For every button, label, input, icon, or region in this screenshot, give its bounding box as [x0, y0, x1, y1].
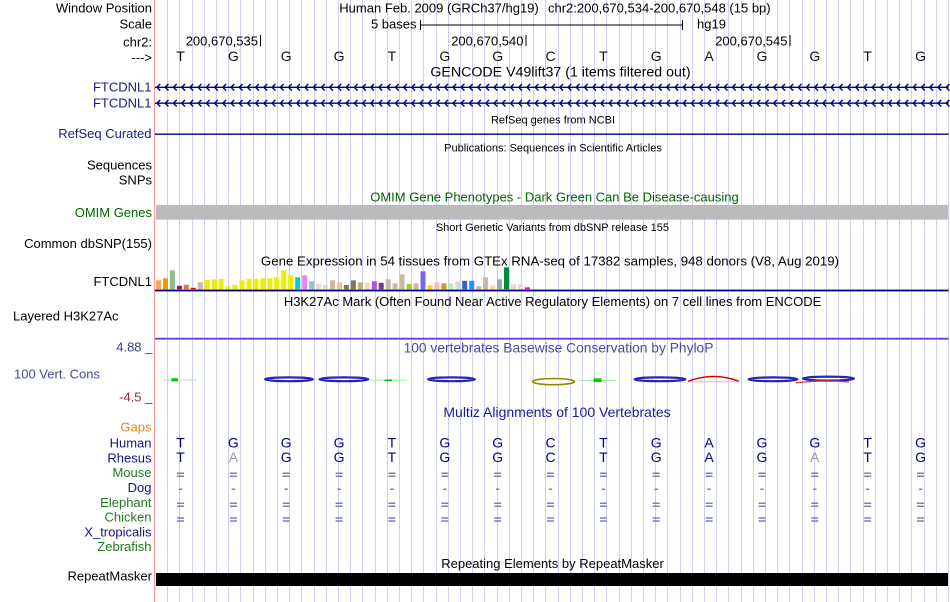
- svg-text:G: G: [492, 434, 503, 450]
- svg-text:OMIM Genes: OMIM Genes: [75, 205, 153, 220]
- svg-text:T: T: [176, 48, 185, 64]
- svg-text:G: G: [651, 449, 662, 465]
- svg-text:Human: Human: [110, 436, 152, 451]
- svg-text:200,670,545: 200,670,545: [715, 34, 787, 49]
- svg-text:FTCDNL1: FTCDNL1: [93, 95, 152, 110]
- svg-text:chr2:200,670,534-200,670,548 (: chr2:200,670,534-200,670,548 (15 bp): [548, 1, 771, 16]
- svg-text:T: T: [863, 48, 872, 64]
- svg-text:G: G: [492, 449, 503, 465]
- svg-text:T: T: [388, 48, 397, 64]
- svg-text:SNPs: SNPs: [119, 173, 153, 188]
- svg-text:G: G: [281, 48, 292, 64]
- svg-text:200,670,540: 200,670,540: [451, 34, 523, 49]
- svg-text:T: T: [388, 434, 397, 450]
- svg-text:T: T: [599, 434, 608, 450]
- svg-text:Scale: Scale: [119, 17, 152, 32]
- svg-text:Chicken: Chicken: [105, 510, 152, 525]
- svg-text:G: G: [281, 434, 292, 450]
- svg-text:-4.5 _: -4.5 _: [119, 389, 153, 404]
- svg-text:G: G: [651, 434, 662, 450]
- svg-text:T: T: [599, 48, 608, 64]
- svg-text:GENCODE V49lift37 (1 items fil: GENCODE V49lift37 (1 items filtered out): [430, 65, 690, 81]
- svg-text:G: G: [757, 48, 768, 64]
- svg-text:RefSeq Curated: RefSeq Curated: [58, 126, 151, 141]
- svg-text:Rhesus: Rhesus: [107, 450, 152, 465]
- svg-text:Zebrafish: Zebrafish: [97, 539, 151, 554]
- svg-text:FTCDNL1: FTCDNL1: [93, 274, 152, 289]
- svg-text:RefSeq genes from NCBI: RefSeq genes from NCBI: [491, 115, 615, 127]
- svg-text:G: G: [334, 48, 345, 64]
- svg-text:A: A: [704, 434, 714, 450]
- svg-text:Gaps: Gaps: [120, 420, 152, 435]
- svg-text:Window Position: Window Position: [56, 1, 152, 16]
- svg-text:G: G: [757, 449, 768, 465]
- svg-text:100 Vert. Cons: 100 Vert. Cons: [14, 367, 100, 382]
- svg-text:G: G: [281, 449, 292, 465]
- svg-text:Short Genetic Variants from db: Short Genetic Variants from dbSNP releas…: [436, 222, 669, 234]
- svg-text:G: G: [228, 434, 239, 450]
- svg-text:5 bases: 5 bases: [371, 17, 417, 32]
- svg-text:4.88 _: 4.88 _: [116, 340, 153, 355]
- svg-text:C: C: [545, 48, 555, 64]
- svg-text:C: C: [545, 434, 555, 450]
- svg-text:200,670,535: 200,670,535: [186, 34, 258, 49]
- svg-text:Multiz Alignments of 100 Verte: Multiz Alignments of 100 Vertebrates: [443, 404, 670, 420]
- svg-text:G: G: [915, 48, 926, 64]
- svg-text:G: G: [492, 48, 503, 64]
- svg-text:T: T: [176, 449, 185, 465]
- svg-text:G: G: [915, 434, 926, 450]
- svg-text:RepeatMasker: RepeatMasker: [67, 569, 152, 584]
- svg-text:Layered H3K27Ac: Layered H3K27Ac: [13, 308, 119, 323]
- svg-text:T: T: [863, 449, 872, 465]
- svg-text:Mouse: Mouse: [112, 465, 151, 480]
- svg-text:G: G: [809, 48, 820, 64]
- svg-text:Elephant: Elephant: [100, 495, 152, 510]
- svg-text:G: G: [809, 434, 820, 450]
- svg-text:OMIM Gene Phenotypes - Dark Gr: OMIM Gene Phenotypes - Dark Green Can Be…: [370, 189, 739, 204]
- svg-text:A: A: [704, 48, 714, 64]
- svg-text:C: C: [545, 449, 555, 465]
- svg-text:A: A: [810, 449, 820, 465]
- svg-text:G: G: [334, 449, 345, 465]
- svg-text:G: G: [334, 434, 345, 450]
- svg-text:G: G: [757, 434, 768, 450]
- svg-text:Common dbSNP(155): Common dbSNP(155): [24, 236, 152, 251]
- svg-text:T: T: [599, 449, 608, 465]
- svg-text:G: G: [439, 48, 450, 64]
- svg-text:T: T: [388, 449, 397, 465]
- svg-text:A: A: [704, 449, 714, 465]
- svg-text:Human Feb. 2009 (GRCh37/hg19): Human Feb. 2009 (GRCh37/hg19): [339, 1, 538, 16]
- svg-text:G: G: [439, 434, 450, 450]
- svg-text:Sequences: Sequences: [87, 158, 153, 173]
- svg-text:A: A: [229, 449, 239, 465]
- svg-text:G: G: [915, 449, 926, 465]
- svg-text:G: G: [228, 48, 239, 64]
- svg-text:T: T: [863, 434, 872, 450]
- svg-text:FTCDNL1: FTCDNL1: [93, 79, 152, 94]
- svg-text:Publications: Sequences in Sci: Publications: Sequences in Scientific Ar…: [444, 143, 662, 155]
- svg-text:hg19: hg19: [697, 17, 726, 32]
- svg-text:Dog: Dog: [128, 480, 152, 495]
- svg-text:Gene Expression in 54 tissues: Gene Expression in 54 tissues from GTEx …: [261, 253, 839, 268]
- svg-text:H3K27Ac Mark (Often Found Near: H3K27Ac Mark (Often Found Near Active Re…: [284, 294, 822, 309]
- svg-text:X_tropicalis: X_tropicalis: [84, 524, 152, 539]
- svg-text:G: G: [651, 48, 662, 64]
- svg-text:chr2:: chr2:: [123, 34, 152, 49]
- svg-text:G: G: [439, 449, 450, 465]
- svg-text:--->: --->: [131, 50, 152, 65]
- svg-text:100 vertebrates Basewise Conse: 100 vertebrates Basewise Conservation by…: [404, 340, 714, 355]
- svg-text:Repeating Elements by RepeatMa: Repeating Elements by RepeatMasker: [441, 556, 664, 571]
- svg-text:T: T: [176, 434, 185, 450]
